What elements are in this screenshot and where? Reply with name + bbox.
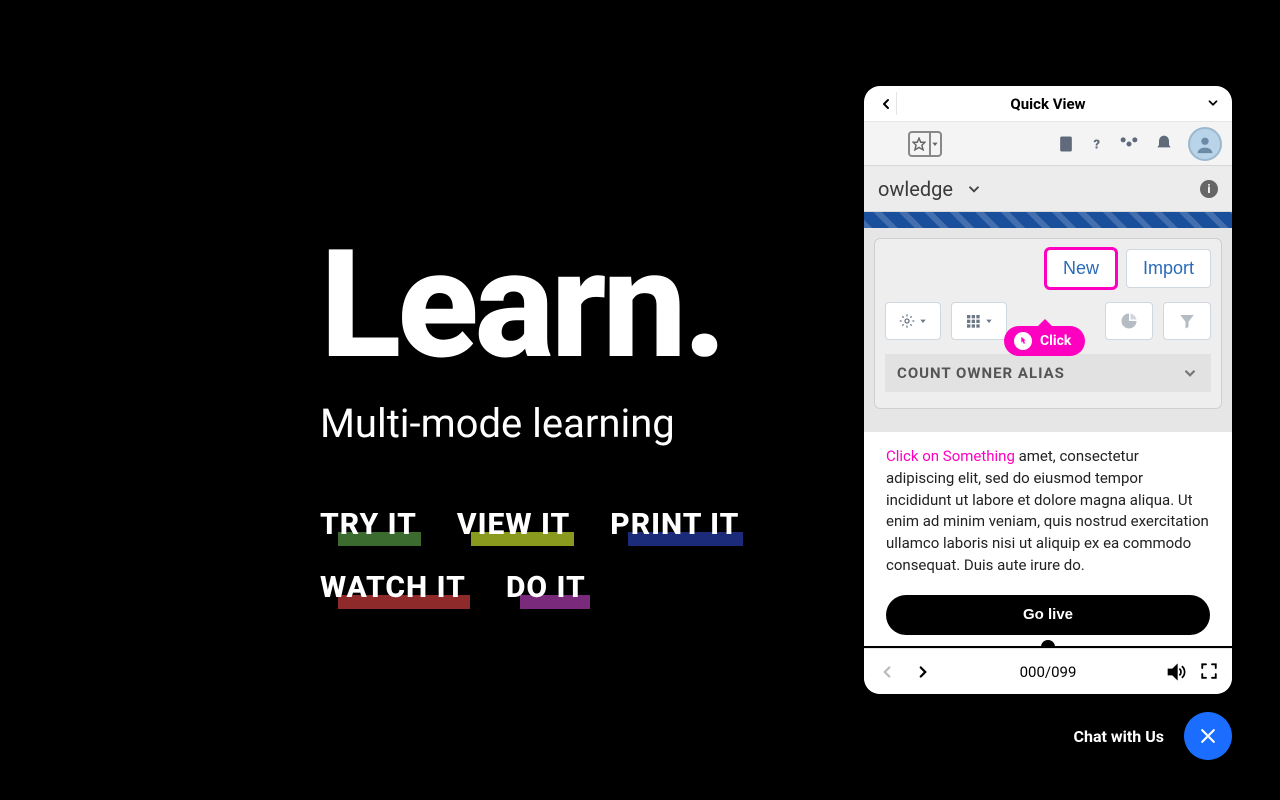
svg-text:?: ?: [1094, 137, 1101, 152]
settings-dropdown[interactable]: [885, 302, 941, 340]
close-icon: [1198, 726, 1218, 746]
mode-view-it[interactable]: VIEW IT: [457, 507, 570, 542]
bell-icon[interactable]: [1154, 134, 1174, 154]
quickview-app-capture: ? owledge i New Import: [864, 122, 1232, 432]
bookmark-split-button[interactable]: [908, 131, 942, 157]
instruction-text: Click on Something amet, consectetur adi…: [864, 432, 1232, 587]
chat-close-button[interactable]: [1184, 712, 1232, 760]
quickview-panel: Quick View ?: [864, 86, 1232, 694]
chevron-down-icon: [985, 317, 993, 325]
column-header[interactable]: COUNT OWNER ALIAS: [885, 354, 1211, 392]
pie-icon: [1120, 312, 1138, 330]
mode-label: WATCH IT: [320, 570, 466, 605]
mode-label: PRINT IT: [610, 507, 739, 542]
quickview-footer: 000/099: [864, 648, 1232, 694]
mode-label: TRY IT: [320, 507, 417, 542]
modes-list: TRY IT VIEW IT PRINT IT WATCH IT: [320, 507, 739, 605]
chevron-down-icon: [1206, 96, 1220, 110]
settings-icon[interactable]: [1118, 134, 1140, 154]
mode-label: DO IT: [506, 570, 586, 605]
go-live-button[interactable]: Go live: [886, 595, 1210, 635]
mode-label: VIEW IT: [457, 507, 570, 542]
table-icon: [965, 313, 981, 329]
pointer-icon: [1014, 332, 1032, 350]
chevron-down-icon: [929, 133, 940, 155]
chat-label: Chat with Us: [1074, 727, 1164, 746]
next-icon[interactable]: [914, 663, 932, 681]
instruction-body: amet, consectetur adipiscing elit, sed d…: [886, 447, 1209, 574]
volume-icon[interactable]: [1166, 662, 1186, 682]
mode-watch-it[interactable]: WATCH IT: [320, 570, 466, 605]
mode-print-it[interactable]: PRINT IT: [610, 507, 739, 542]
new-button[interactable]: New: [1046, 249, 1116, 288]
prev-icon[interactable]: [878, 663, 896, 681]
breadcrumb-label: owledge: [878, 177, 953, 201]
step-counter: 000/099: [1020, 663, 1077, 681]
click-label: Click: [1040, 333, 1071, 349]
mode-try-it[interactable]: TRY IT: [320, 507, 417, 542]
table-view-dropdown[interactable]: [951, 302, 1007, 340]
import-button[interactable]: Import: [1126, 249, 1211, 288]
chevron-left-icon: [878, 96, 894, 112]
hero-subhead: Multi-mode learning: [320, 400, 739, 447]
hero-headline: Learn.: [320, 230, 739, 380]
chevron-down-icon: [919, 317, 927, 325]
mode-do-it[interactable]: DO IT: [506, 570, 586, 605]
filter-button[interactable]: [1163, 302, 1211, 340]
hero-text: Learn. Multi-mode learning TRY IT VIEW I…: [320, 230, 739, 633]
gear-icon: [899, 313, 915, 329]
decorative-strip: [864, 212, 1232, 228]
app-topbar: ?: [864, 122, 1232, 166]
fullscreen-icon[interactable]: [1200, 662, 1218, 680]
user-icon: [1194, 133, 1216, 155]
info-icon[interactable]: i: [1200, 180, 1218, 198]
quickview-title: Quick View: [1010, 95, 1085, 113]
avatar[interactable]: [1188, 127, 1222, 161]
chat-widget: Chat with Us: [1074, 712, 1232, 760]
chevron-down-icon[interactable]: [965, 180, 983, 198]
chart-button[interactable]: [1105, 302, 1153, 340]
help-icon[interactable]: ?: [1090, 134, 1104, 154]
column-label-text: COUNT OWNER ALIAS: [897, 364, 1065, 382]
divider: [896, 92, 897, 115]
star-icon: [910, 133, 929, 155]
quickview-dropdown[interactable]: [1206, 96, 1220, 110]
filter-icon: [1178, 312, 1196, 330]
click-indicator: Click: [1004, 326, 1085, 356]
instruction-lead: Click on Something: [886, 447, 1015, 465]
back-button[interactable]: [874, 92, 898, 116]
quickview-header: Quick View: [864, 86, 1232, 122]
chevron-down-icon: [1181, 364, 1199, 382]
app-breadcrumb: owledge i: [864, 166, 1232, 212]
clipboard-icon[interactable]: [1056, 134, 1076, 154]
